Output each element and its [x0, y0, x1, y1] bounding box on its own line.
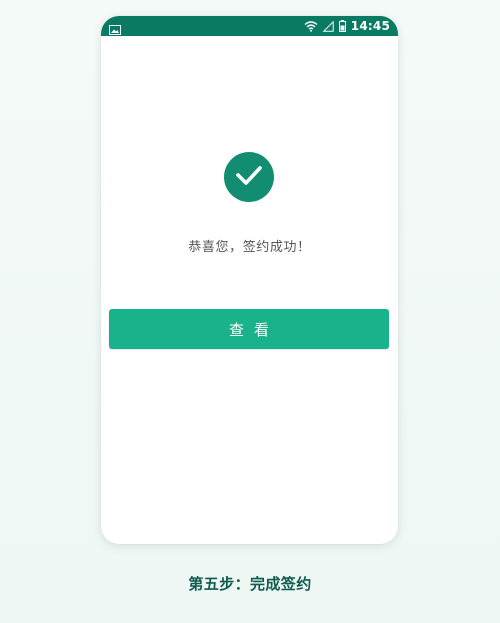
phone-screen: 14:45 恭喜您，签约成功！ 查看 [101, 16, 398, 544]
image-icon [109, 20, 121, 35]
status-bar: 14:45 [101, 16, 398, 36]
wifi-icon [304, 17, 318, 36]
status-time: 14:45 [350, 19, 390, 33]
status-right-group: 14:45 [304, 16, 390, 36]
view-button[interactable]: 查看 [109, 309, 389, 349]
success-badge [224, 152, 274, 202]
signal-icon [322, 17, 334, 36]
battery-icon [338, 17, 346, 36]
step-caption: 第五步：完成签约 [188, 575, 312, 593]
check-icon [234, 163, 264, 191]
success-message: 恭喜您，签约成功！ [188, 240, 311, 255]
